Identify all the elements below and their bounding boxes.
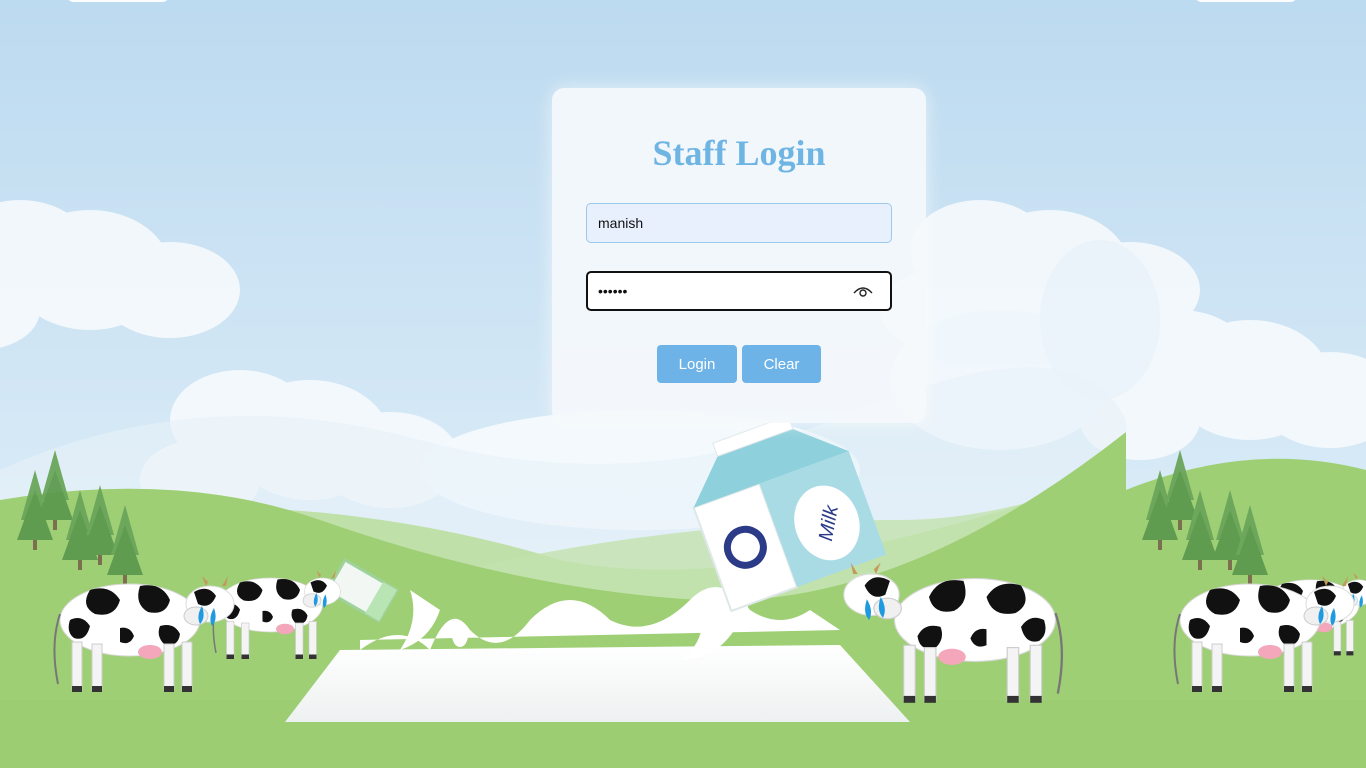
top-left-tab [66, 0, 170, 2]
username-field[interactable] [586, 203, 892, 243]
password-field[interactable] [586, 271, 892, 311]
top-right-tab [1194, 0, 1298, 2]
login-card: Staff Login Login Clear [552, 88, 926, 423]
login-button[interactable]: Login [657, 345, 737, 383]
eye-icon[interactable] [852, 282, 874, 300]
clear-button[interactable]: Clear [742, 345, 821, 383]
login-title: Staff Login [652, 133, 826, 173]
